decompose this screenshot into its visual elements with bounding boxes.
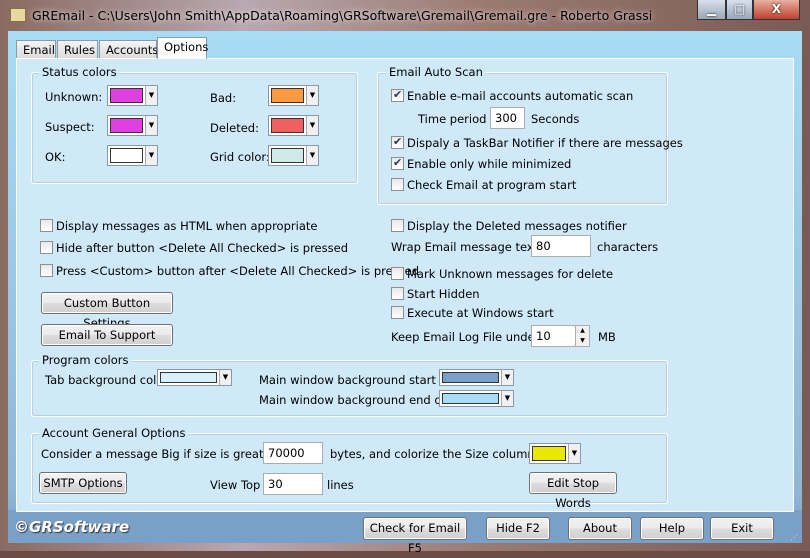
- account-general-title: Account General Options: [39, 426, 189, 440]
- chevron-down-icon: ▼: [145, 86, 157, 105]
- program-colors-group: [31, 360, 668, 417]
- execute-start-checkbox[interactable]: [391, 306, 404, 319]
- big-size-input[interactable]: 70000: [263, 442, 323, 464]
- deleted-color-picker[interactable]: ▼: [268, 115, 319, 136]
- tab-bg-color-picker[interactable]: ▼: [157, 369, 232, 386]
- only-minimized-label: Enable only while minimized: [407, 157, 572, 171]
- tab-email[interactable]: Email: [16, 40, 56, 59]
- program-colors-title: Program colors: [39, 353, 132, 367]
- chevron-down-icon: ▼: [501, 391, 513, 406]
- wrap-input[interactable]: 80: [531, 235, 591, 257]
- enable-scan-label: Enable e-mail accounts automatic scan: [407, 89, 634, 103]
- email-to-support-button[interactable]: Email To Support: [41, 324, 173, 346]
- grsoftware-logo: ©GRSoftware: [14, 518, 130, 536]
- resize-grip[interactable]: ⋰: [790, 533, 798, 542]
- ok-color-picker[interactable]: ▼: [107, 145, 158, 166]
- view-top-label: View Top: [210, 478, 261, 492]
- html-display-label: Display messages as HTML when appropriat…: [56, 219, 318, 233]
- chevron-down-icon: ▼: [306, 116, 318, 135]
- edit-stop-words-button[interactable]: Edit Stop Words: [529, 472, 617, 510]
- press-custom-checkbox[interactable]: [40, 264, 53, 277]
- only-minimized-checkbox[interactable]: [391, 156, 404, 170]
- ok-label: OK:: [45, 150, 66, 164]
- maximize-button[interactable]: □: [726, 0, 753, 20]
- log-size-spinner[interactable]: ▲ ▼: [575, 325, 590, 347]
- chevron-down-icon: ▼: [145, 116, 157, 135]
- time-period-label: Time period =: [418, 112, 500, 126]
- help-button[interactable]: Help: [640, 517, 704, 540]
- bg-end-color-picker[interactable]: ▼: [439, 390, 514, 407]
- hide-after-delete-checkbox[interactable]: [40, 241, 53, 254]
- deleted-notifier-checkbox[interactable]: [391, 219, 404, 232]
- bad-label: Bad:: [210, 91, 237, 105]
- tab-accounts[interactable]: Accounts: [99, 40, 158, 59]
- big-color-picker[interactable]: ▼: [529, 443, 581, 464]
- html-display-checkbox[interactable]: [40, 219, 53, 232]
- deleted-label: Deleted:: [210, 121, 259, 135]
- lines-label: lines: [327, 478, 354, 492]
- about-button[interactable]: About: [568, 517, 632, 540]
- mark-unknown-label: Mark Unknown messages for delete: [407, 267, 614, 281]
- suspect-label: Suspect:: [45, 120, 95, 134]
- grid-color-picker[interactable]: ▼: [268, 145, 319, 166]
- suspect-color-picker[interactable]: ▼: [107, 115, 158, 136]
- custom-button-settings-button[interactable]: Custom Button Settings: [41, 292, 173, 330]
- hide-button[interactable]: Hide F2: [486, 517, 550, 540]
- chevron-down-icon: ▼: [306, 146, 318, 165]
- bg-start-color-picker[interactable]: ▼: [439, 369, 514, 386]
- smtp-options-button[interactable]: SMTP Options: [39, 472, 127, 494]
- time-period-input[interactable]: 300: [490, 107, 525, 129]
- chevron-down-icon: ▼: [219, 370, 231, 385]
- auto-scan-title: Email Auto Scan: [386, 65, 486, 79]
- chevron-down-icon: ▼: [306, 86, 318, 105]
- tab-options[interactable]: Options: [157, 37, 208, 59]
- chevron-down-icon: ▼: [568, 444, 580, 463]
- seconds-label: Seconds: [531, 112, 580, 126]
- enable-scan-checkbox[interactable]: [391, 88, 404, 102]
- start-hidden-label: Start Hidden: [407, 287, 480, 301]
- execute-start-label: Execute at Windows start: [407, 306, 554, 320]
- taskbar-notifier-label: Dispaly a TaskBar Notifier if there are …: [407, 136, 683, 150]
- bg-end-label: Main window background end color:: [259, 393, 467, 407]
- exit-button[interactable]: Exit: [710, 517, 774, 540]
- unknown-label: Unknown:: [45, 90, 103, 104]
- check-email-button[interactable]: Check for Email F5: [363, 517, 467, 555]
- taskbar-notifier-checkbox[interactable]: [391, 135, 404, 149]
- close-button[interactable]: X: [753, 0, 800, 20]
- mb-label: MB: [598, 330, 616, 344]
- view-top-input[interactable]: 30: [263, 473, 323, 495]
- log-size-label: Keep Email Log File under:: [391, 330, 544, 344]
- tab-bg-label: Tab background color:: [45, 373, 172, 387]
- bad-color-picker[interactable]: ▼: [268, 85, 319, 106]
- chevron-down-icon: ▼: [145, 146, 157, 165]
- grid-color-label: Grid color:: [210, 150, 270, 164]
- status-colors-title: Status colors: [39, 65, 120, 79]
- log-size-input[interactable]: 10: [531, 325, 576, 347]
- hide-after-delete-label: Hide after button <Delete All Checked> i…: [56, 241, 348, 255]
- deleted-notifier-label: Display the Deleted messages notifier: [407, 219, 627, 233]
- window-title: GREmail - C:\Users\John Smith\AppData\Ro…: [32, 8, 653, 23]
- check-at-start-label: Check Email at program start: [407, 178, 577, 192]
- start-hidden-checkbox[interactable]: [391, 287, 404, 300]
- app-icon: [10, 8, 26, 22]
- chevron-down-icon: ▼: [501, 370, 513, 385]
- press-custom-label: Press <Custom> button after <Delete All …: [56, 264, 420, 278]
- big-size-suffix: bytes, and colorize the Size column with: [330, 447, 563, 461]
- tab-rules[interactable]: Rules: [57, 40, 98, 59]
- characters-label: characters: [597, 240, 659, 254]
- unknown-color-picker[interactable]: ▼: [107, 85, 158, 106]
- mark-unknown-checkbox[interactable]: [391, 267, 404, 280]
- check-at-start-checkbox[interactable]: [391, 178, 404, 191]
- minimize-button[interactable]: ▁: [697, 0, 726, 20]
